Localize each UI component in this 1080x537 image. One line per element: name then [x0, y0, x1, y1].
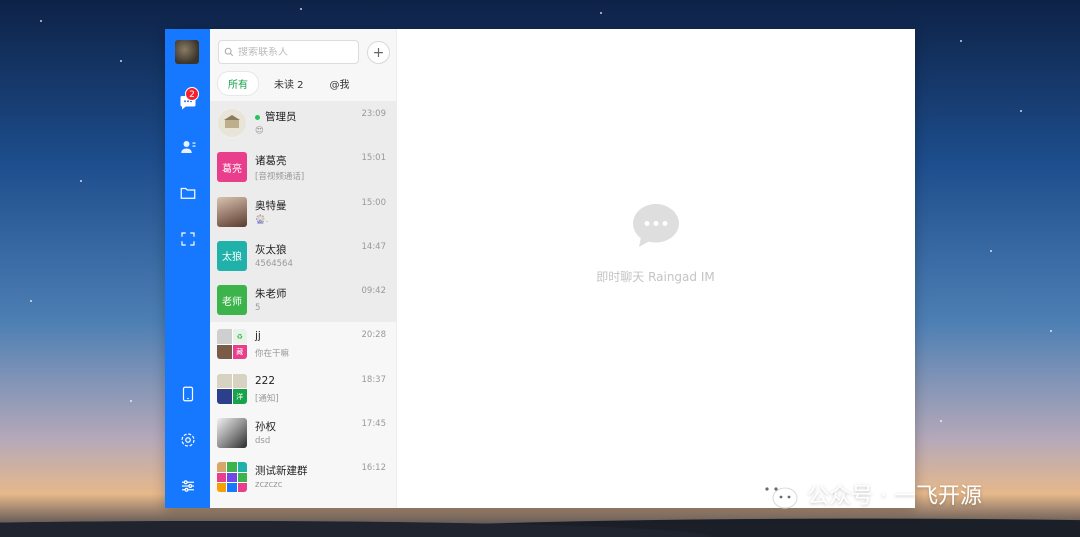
- add-button[interactable]: +: [367, 41, 390, 64]
- conversation-item[interactable]: 洋 222 [通知] 18:37: [210, 367, 397, 411]
- conversation-name: 测试新建群: [255, 465, 308, 478]
- unread-badge: 2: [185, 87, 199, 101]
- settings-icon[interactable]: [177, 429, 198, 450]
- conversation-preview: 🎡.: [255, 214, 269, 225]
- chat-area: 即时聊天 Raingad IM: [397, 29, 915, 508]
- user-avatar[interactable]: [175, 40, 199, 64]
- conversation-time: 15:00: [361, 197, 387, 208]
- tablet-icon[interactable]: [177, 383, 198, 404]
- conversation-item[interactable]: 葛亮 诸葛亮 [音视频通话] 15:01: [210, 145, 397, 190]
- conversation-item[interactable]: 测试新建群 zczczc 16:12: [210, 455, 397, 499]
- conversation-time: 16:12: [361, 463, 387, 474]
- im-window: 2 + 所有 未读 2 @我: [165, 29, 915, 508]
- conversation-preview: zczczc: [255, 480, 283, 491]
- conversation-preview: 你在干嘛: [255, 349, 290, 360]
- conversation-item[interactable]: ♻ 藏 jj 你在干嘛 20:28: [210, 322, 397, 366]
- conversation-name: 诸葛亮: [255, 155, 287, 168]
- search-icon: [224, 47, 234, 57]
- conversation-preview: 4564564: [255, 258, 293, 269]
- plus-icon: +: [372, 44, 385, 61]
- avatar: 葛亮: [217, 152, 247, 183]
- conversation-preview: [通知]: [255, 393, 279, 404]
- online-indicator: [255, 114, 260, 120]
- conversation-name: jj: [255, 330, 261, 343]
- conversation-item[interactable]: 奥特曼 🎡. 15:00: [210, 189, 397, 234]
- sliders-icon[interactable]: [177, 475, 198, 496]
- mountain-silhouette: [0, 509, 1080, 537]
- filter-tabs: 所有 未读 2 @我: [218, 72, 360, 95]
- conversation-panel: + 所有 未读 2 @我 管理员 😍 23:09 葛亮 诸葛亮 [音视频通话] …: [210, 29, 397, 508]
- wechat-icon: [759, 480, 798, 509]
- chat-bubble-icon: [633, 204, 679, 247]
- conversation-item[interactable]: 管理员 😍 23:09: [210, 101, 397, 146]
- conversation-preview: dsd: [255, 436, 271, 447]
- group-avatar: 洋: [217, 373, 247, 404]
- conversation-time: 18:37: [361, 374, 387, 385]
- conversation-time: 14:47: [361, 241, 387, 252]
- avatar: 老师: [217, 285, 247, 316]
- conversation-time: 15:01: [361, 153, 387, 164]
- conversation-time: 20:28: [361, 330, 387, 341]
- conversation-preview: 😍: [255, 126, 264, 136]
- search-box[interactable]: [218, 40, 359, 64]
- conversation-name: 朱老师: [255, 288, 287, 301]
- scan-icon[interactable]: [177, 228, 198, 249]
- conversation-list: 管理员 😍 23:09 葛亮 诸葛亮 [音视频通话] 15:01 奥特曼 🎡. …: [210, 101, 397, 508]
- conversation-time: 09:42: [361, 286, 387, 297]
- watermark-text: 公众号 · 一飞开源: [807, 484, 982, 509]
- group-avatar: ♻ 藏: [217, 329, 247, 360]
- conversation-item[interactable]: 老师 朱老师 5 09:42: [210, 278, 397, 323]
- avatar: 太狼: [217, 240, 247, 271]
- conversation-item[interactable]: 孙权 dsd 17:45: [210, 411, 397, 455]
- conversation-name: 222: [255, 374, 276, 387]
- conversation-name: 灰太狼: [255, 243, 287, 256]
- tab-mentions[interactable]: @我: [320, 72, 360, 95]
- empty-state-text: 即时聊天 Raingad IM: [596, 270, 715, 284]
- nav-rail: 2: [165, 29, 210, 508]
- watermark: 公众号 · 一飞开源: [757, 478, 982, 510]
- tab-unread[interactable]: 未读 2: [264, 72, 314, 95]
- conversation-name: 奥特曼: [255, 199, 287, 212]
- conversation-item[interactable]: 太狼 灰太狼 4564564 14:47: [210, 233, 397, 279]
- conversation-preview: [音视频通话]: [255, 172, 305, 183]
- contacts-icon[interactable]: [177, 136, 198, 157]
- avatar: [217, 108, 247, 138]
- tab-all[interactable]: 所有: [218, 72, 258, 95]
- conversation-time: 23:09: [361, 109, 387, 119]
- conversation-time: 17:45: [361, 419, 387, 430]
- avatar: [217, 418, 247, 449]
- conversation-name: 孙权: [255, 421, 276, 434]
- group-avatar: [217, 462, 247, 493]
- folder-icon[interactable]: [177, 182, 198, 203]
- search-input[interactable]: [238, 46, 348, 58]
- avatar: [217, 196, 247, 227]
- conversation-name: 管理员: [265, 111, 297, 123]
- conversation-preview: 5: [255, 303, 261, 314]
